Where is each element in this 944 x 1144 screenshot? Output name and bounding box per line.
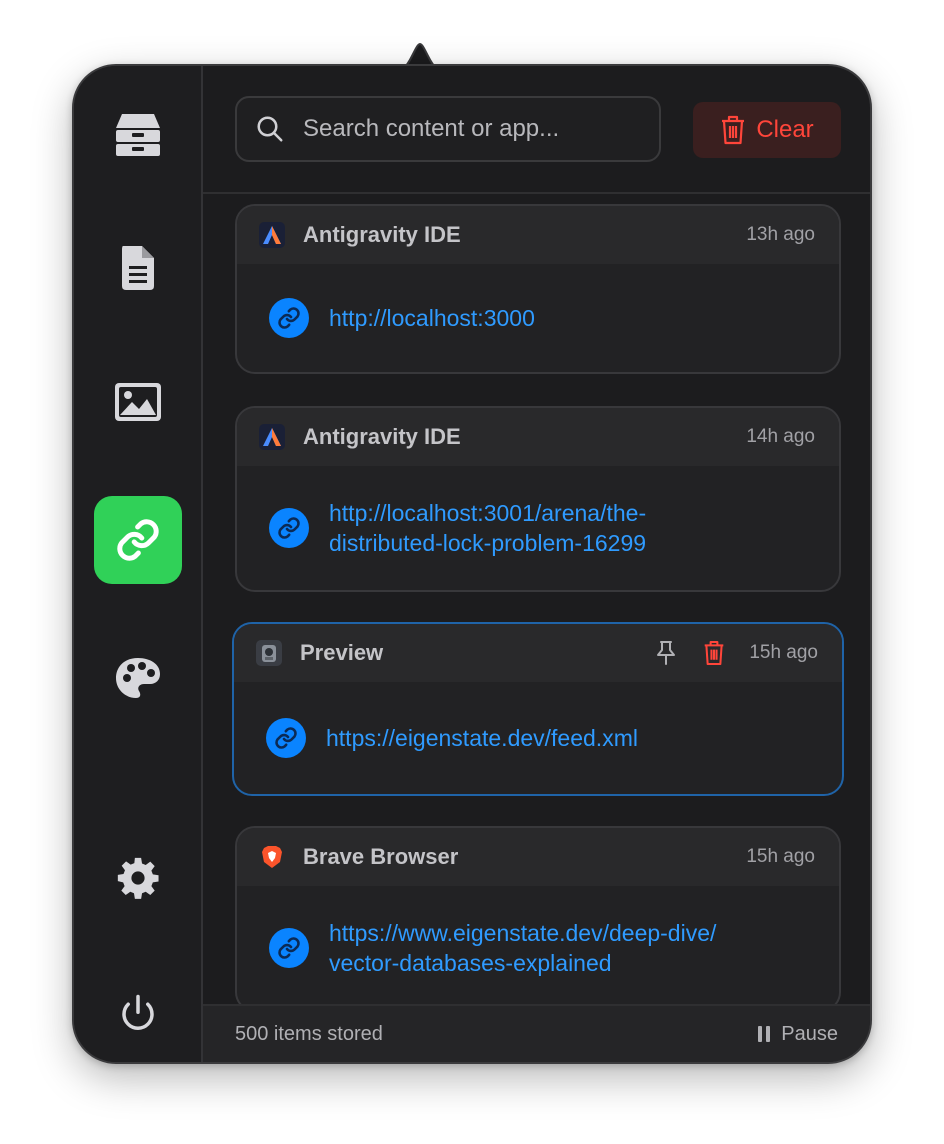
clear-button[interactable]: Clear xyxy=(693,102,841,158)
sidebar-item-settings[interactable] xyxy=(94,834,182,922)
timestamp: 13h ago xyxy=(746,224,815,245)
link-icon xyxy=(278,517,300,539)
pin-icon[interactable] xyxy=(655,640,677,666)
link-icon xyxy=(117,519,159,561)
link-badge xyxy=(269,508,309,548)
link-badge xyxy=(266,718,306,758)
toolbar: Clear xyxy=(203,66,870,194)
sidebar xyxy=(74,66,203,1062)
timestamp: 14h ago xyxy=(746,426,815,447)
sidebar-item-text[interactable] xyxy=(94,224,182,312)
timestamp: 15h ago xyxy=(746,846,815,867)
document-icon xyxy=(122,246,154,290)
brave-app-icon xyxy=(262,846,282,868)
clipboard-item[interactable]: Antigravity IDE 13h ago http://localhost… xyxy=(235,204,841,374)
sidebar-item-all[interactable] xyxy=(94,90,182,178)
link-icon xyxy=(275,727,297,749)
sidebar-item-quit[interactable] xyxy=(94,970,182,1058)
delete-icon[interactable] xyxy=(703,640,725,666)
link-url-line: http://localhost:3001/arena/the- xyxy=(329,500,647,526)
link-icon xyxy=(278,307,300,329)
link-url-line: http://localhost:3000 xyxy=(329,305,535,331)
power-icon xyxy=(122,994,154,1030)
link-url-line: distributed-lock-problem-16299 xyxy=(329,530,647,556)
source-app-name: Preview xyxy=(300,640,384,665)
pause-button[interactable]: Pause xyxy=(757,1023,838,1046)
pause-label: Pause xyxy=(781,1022,838,1045)
link-url[interactable]: https://www.eigenstate.dev/deep-dive/ ve… xyxy=(329,918,716,978)
preview-app-icon xyxy=(256,640,282,666)
clipboard-item[interactable]: Antigravity IDE 14h ago http://localhost… xyxy=(235,406,841,592)
clipboard-item-content: http://localhost:3000 xyxy=(237,264,839,372)
clipboard-item-header: Antigravity IDE 13h ago xyxy=(237,206,839,264)
link-url-line: https://eigenstate.dev/feed.xml xyxy=(326,725,638,751)
clipboard-item-header: Preview 15h ago xyxy=(234,624,842,682)
link-url-line: https://www.eigenstate.dev/deep-dive/ xyxy=(329,920,717,946)
clipboard-item-content: http://localhost:3001/arena/the- distrib… xyxy=(237,466,839,590)
link-icon xyxy=(278,937,300,959)
source-app-name: Brave Browser xyxy=(303,844,459,869)
antigravity-app-icon xyxy=(259,424,285,450)
sidebar-item-links[interactable] xyxy=(94,496,182,584)
search-input[interactable] xyxy=(303,115,643,143)
clipboard-item-header: Brave Browser 15h ago xyxy=(237,828,839,886)
link-badge xyxy=(269,928,309,968)
search-box[interactable] xyxy=(235,96,661,162)
timestamp: 15h ago xyxy=(749,642,818,663)
clipboard-panel: Clear Antigravity IDE 13h ago xyxy=(72,64,872,1064)
sidebar-item-colors[interactable] xyxy=(94,634,182,722)
source-app-name: Antigravity IDE xyxy=(303,424,461,449)
clipboard-item-selected[interactable]: Preview 15h ago https://eigenstate.dev/f… xyxy=(232,622,844,796)
search-icon xyxy=(257,116,283,142)
tray-icon xyxy=(116,114,160,156)
items-count: 500 items stored xyxy=(235,1022,383,1045)
antigravity-app-icon xyxy=(259,222,285,248)
gear-icon xyxy=(117,857,159,899)
clipboard-item-content: https://www.eigenstate.dev/deep-dive/ ve… xyxy=(237,886,839,1004)
palette-icon xyxy=(116,658,160,698)
link-url[interactable]: https://eigenstate.dev/feed.xml xyxy=(326,723,638,753)
link-url-line: vector-databases-explained xyxy=(329,950,612,976)
link-url[interactable]: http://localhost:3001/arena/the- distrib… xyxy=(329,498,646,558)
image-icon xyxy=(115,383,161,421)
clipboard-item[interactable]: Brave Browser 15h ago https://www.eigens… xyxy=(235,826,841,1004)
link-badge xyxy=(269,298,309,338)
clear-label: Clear xyxy=(756,116,814,143)
sidebar-item-images[interactable] xyxy=(94,358,182,446)
clipboard-item-header: Antigravity IDE 14h ago xyxy=(237,408,839,466)
item-actions xyxy=(655,640,725,666)
link-url[interactable]: http://localhost:3000 xyxy=(329,303,535,333)
clipboard-list: Antigravity IDE 13h ago http://localhost… xyxy=(203,194,870,1004)
status-bar: 500 items stored Pause xyxy=(203,1004,870,1062)
source-app-name: Antigravity IDE xyxy=(303,222,461,247)
clipboard-item-content: https://eigenstate.dev/feed.xml xyxy=(234,682,842,794)
trash-icon xyxy=(722,115,745,145)
pause-icon xyxy=(758,1026,771,1042)
